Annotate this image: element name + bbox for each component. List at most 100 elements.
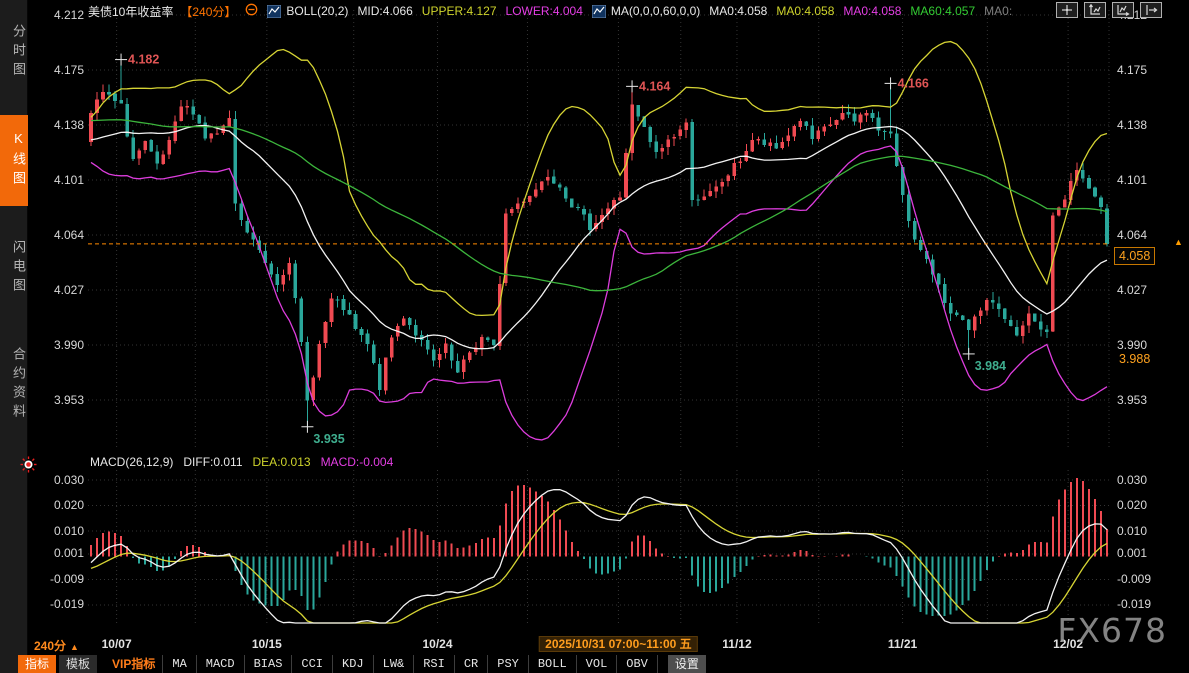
- toolbar-button-MACD[interactable]: MACD: [196, 655, 244, 673]
- sidebar-item-kline-chart[interactable]: K线图: [0, 115, 28, 206]
- chart-header: 美债10年收益率 【240分】 BOLL(20,2) MID:4.066 UPP…: [88, 2, 1012, 20]
- price-axis-tick-right: 4.175: [1117, 64, 1177, 77]
- x-axis-date: 11/12: [722, 637, 751, 651]
- macd-axis-tick-left: -0.009: [30, 573, 84, 586]
- toolbar-button-BIAS[interactable]: BIAS: [244, 655, 292, 673]
- macd-chart[interactable]: [88, 470, 1110, 625]
- exit-right-icon[interactable]: [1140, 2, 1162, 18]
- app-window: 分时图 K线图闪电图合约资料 美债10年收益率 【240分】 BOLL(20,2)…: [0, 0, 1189, 673]
- x-axis-date: 10/24: [423, 637, 453, 651]
- period-text: 240分: [34, 639, 66, 653]
- price-axis-tick-right: 3.990: [1117, 339, 1177, 352]
- toolbar-button-设置[interactable]: 设置: [668, 655, 706, 673]
- toolbar-button-指标[interactable]: 指标: [18, 655, 56, 673]
- macd-dea-value: DEA:0.013: [253, 455, 311, 469]
- toolbar-button-PSY[interactable]: PSY: [487, 655, 528, 673]
- zoom-out-icon[interactable]: [245, 3, 258, 19]
- macd-dea-line: [91, 502, 1107, 623]
- sidebar-item-lightning-chart[interactable]: 闪电图: [0, 224, 28, 313]
- price-axis-tick-left: 4.064: [30, 229, 84, 242]
- price-axis-tick-left: 3.990: [30, 339, 84, 352]
- macd-axis-tick-left: 0.010: [30, 525, 84, 538]
- extreme-price-label: 4.164: [639, 79, 670, 93]
- axis-scale-right-icon[interactable]: [1112, 2, 1134, 18]
- macd-diff-value: DIFF:0.011: [183, 455, 242, 469]
- record-indicator-icon[interactable]: [20, 456, 37, 473]
- period-label[interactable]: 【240分】: [180, 3, 236, 20]
- toolbar-button-KDJ[interactable]: KDJ: [332, 655, 373, 673]
- macd-axis-tick-left: 0.030: [30, 474, 84, 487]
- selected-bar-time: 2025/10/31 07:00~11:00 五: [539, 636, 697, 652]
- macd-value: MACD:-0.004: [321, 455, 394, 469]
- boll-lower-line: [91, 146, 1107, 440]
- macd-histogram: [91, 478, 1107, 616]
- toolbar-button-RSI[interactable]: RSI: [413, 655, 454, 673]
- x-axis: 240分 ▲ 2025/10/31 07:00~11:00 五 10/07 10/1…: [0, 637, 1189, 654]
- boll-upper-line: [91, 42, 1107, 316]
- ma0-value-magenta: MA0:4.058: [843, 4, 901, 18]
- boll-mid-line: [91, 126, 1107, 349]
- price-axis-tick-left: 4.175: [30, 64, 84, 77]
- macd-name: MACD(26,12,9): [90, 455, 173, 469]
- macd-axis-tick-left: -0.019: [30, 598, 84, 611]
- macd-header: MACD(26,12,9) DIFF:0.011 DEA:0.013 MACD:…: [90, 455, 393, 469]
- toolbar-button-OBV[interactable]: OBV: [616, 655, 658, 673]
- boll-name: BOLL(20,2): [286, 4, 348, 18]
- sidebar: 分时图 K线图闪电图合约资料: [0, 0, 28, 673]
- price-axis-tick-left: 4.027: [30, 284, 84, 297]
- candles-series: [89, 60, 1109, 427]
- instrument-title: 美债10年收益率: [88, 3, 173, 20]
- sidebar-item-time-chart[interactable]: 分时图: [0, 8, 28, 97]
- ma-name: MA(0,0,0,60,0,0): [611, 4, 700, 18]
- crosshair-icon[interactable]: [1056, 2, 1078, 18]
- band-low-tag: 3.988: [1116, 351, 1153, 367]
- axis-scale-up-icon[interactable]: [1084, 2, 1106, 18]
- current-price-tag: 4.058: [1114, 247, 1155, 265]
- toolbar-button-CR[interactable]: CR: [454, 655, 487, 673]
- macd-axis-tick-right: 0.010: [1117, 525, 1177, 538]
- triangle-up-icon: ▲: [70, 642, 79, 652]
- price-axis-tick-left: 3.953: [30, 394, 84, 407]
- macd-axis-tick-right: 0.030: [1117, 474, 1177, 487]
- price-axis-tick-right: 4.064: [1117, 229, 1177, 242]
- ma0-value-yellow: MA0:4.058: [776, 4, 834, 18]
- price-axis-tick-right: 4.101: [1117, 174, 1177, 187]
- price-axis-tick-left: 4.138: [30, 119, 84, 132]
- ma0-value-white: MA0:4.058: [709, 4, 767, 18]
- x-axis-date: 10/15: [252, 637, 282, 651]
- price-axis-tick-right: 3.953: [1117, 394, 1177, 407]
- sidebar-item-contract-info[interactable]: 合约资料: [0, 331, 28, 439]
- ma60-value: MA60:4.057: [910, 4, 975, 18]
- boll-mid-value: MID:4.066: [357, 4, 412, 18]
- ma-legend-icon: [592, 5, 606, 18]
- macd-axis-tick-right: 0.001: [1117, 547, 1177, 560]
- toolbar-button-LW&[interactable]: LW&: [373, 655, 414, 673]
- boll-upper-value: UPPER:4.127: [422, 4, 497, 18]
- x-axis-date: 10/07: [102, 637, 132, 651]
- price-axis-tick-right: 4.027: [1117, 284, 1177, 297]
- period-selector[interactable]: 240分 ▲: [34, 637, 79, 654]
- price-chart[interactable]: 4.1823.9354.1644.1663.984: [88, 10, 1110, 448]
- macd-axis-tick-right: -0.009: [1117, 573, 1177, 586]
- price-axis-tick-right: 4.138: [1117, 119, 1177, 132]
- toolbar-button-CCI[interactable]: CCI: [291, 655, 332, 673]
- bottom-toolbar: 指标模板 VIP指标MAMACDBIASCCIKDJLW&RSICRPSYBOLL…: [18, 655, 706, 673]
- toolbar-button-VIP指标[interactable]: VIP指标: [105, 655, 162, 673]
- extreme-price-label: 3.935: [313, 432, 344, 446]
- boll-lower-value: LOWER:4.004: [506, 4, 583, 18]
- macd-axis-tick-left: 0.020: [30, 499, 84, 512]
- toolbar-button-MA[interactable]: MA: [162, 655, 195, 673]
- macd-axis-tick-right: 0.020: [1117, 499, 1177, 512]
- toolbar-button-模板[interactable]: 模板: [59, 655, 97, 673]
- ma0-value-gray: MA0:: [984, 4, 1012, 18]
- toolbar-button-VOL[interactable]: VOL: [576, 655, 617, 673]
- price-axis-tick-left: 4.212: [30, 9, 84, 22]
- extreme-price-label: 3.984: [975, 359, 1006, 373]
- price-grid: [88, 10, 1110, 448]
- macd-axis-tick-right: -0.019: [1117, 598, 1177, 611]
- toolbar-button-BOLL[interactable]: BOLL: [528, 655, 576, 673]
- macd-axis-tick-left: 0.001: [30, 547, 84, 560]
- extreme-price-label: 4.182: [128, 53, 159, 67]
- chart-controls: [1056, 2, 1162, 18]
- boll-legend-icon: [267, 5, 281, 18]
